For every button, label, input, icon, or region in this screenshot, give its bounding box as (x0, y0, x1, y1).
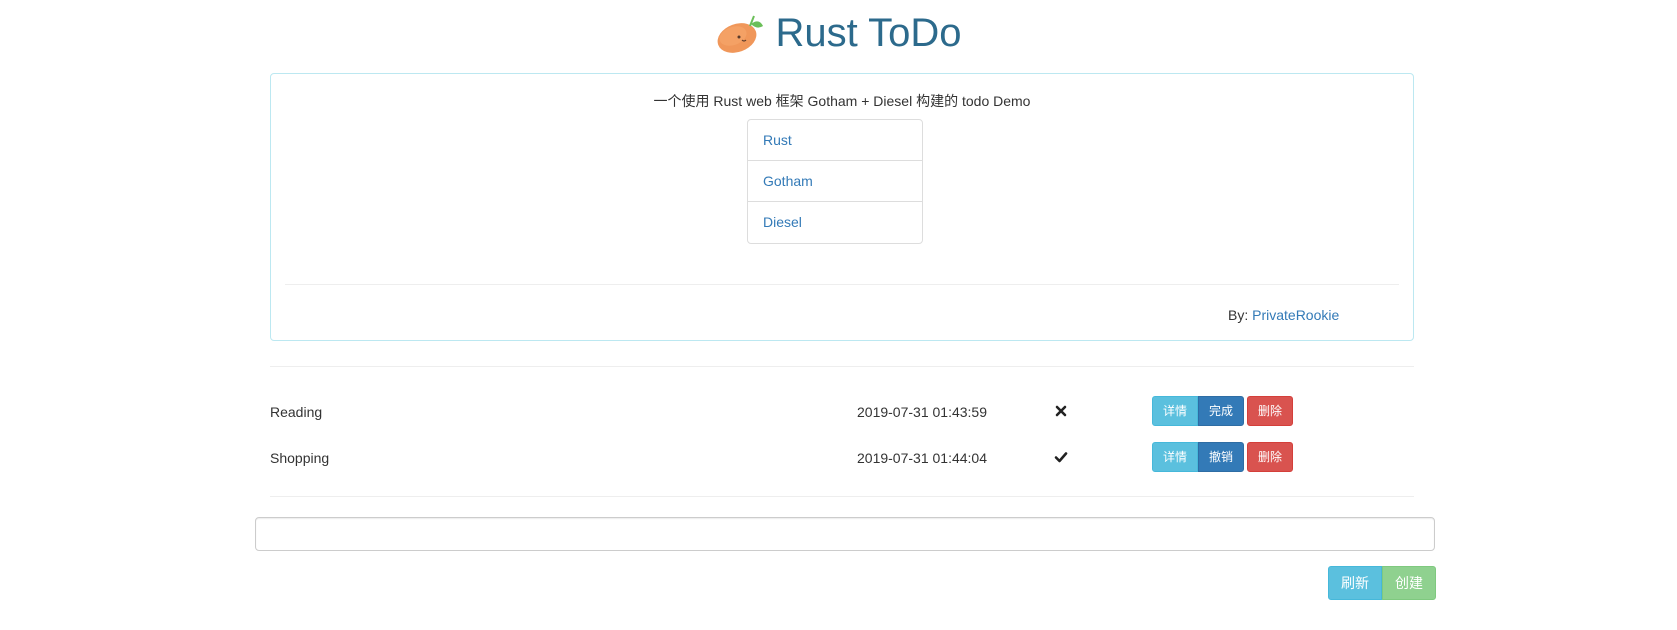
header: Rust ToDo (0, 12, 1677, 54)
panel-divider (285, 284, 1399, 285)
detail-button[interactable]: 详情 (1152, 396, 1199, 426)
link-rust[interactable]: Rust (748, 120, 922, 161)
by-label: By: (1228, 307, 1249, 323)
list-divider-bottom (270, 496, 1414, 497)
refresh-button[interactable]: 刷新 (1328, 566, 1382, 600)
project-description: 一个使用 Rust web 框架 Gotham + Diesel 构建的 tod… (653, 93, 1031, 109)
undo-button[interactable]: 撤销 (1198, 442, 1245, 472)
page: Rust ToDo 一个使用 Rust web 框架 Gotham + Dies… (0, 0, 1677, 630)
tech-link-list: Rust Gotham Diesel (747, 119, 923, 244)
todo-row: Reading 2019-07-31 01:43:59 详情 完成 删除 (270, 396, 1414, 434)
detail-button[interactable]: 详情 (1152, 442, 1199, 472)
list-divider-top (270, 366, 1414, 367)
create-button[interactable]: 创建 (1382, 566, 1436, 600)
app-title: Rust ToDo (775, 11, 962, 55)
delete-button[interactable]: 删除 (1247, 396, 1294, 426)
todo-time: 2019-07-31 01:44:04 (857, 450, 987, 466)
byline: By: PrivateRookie (1228, 307, 1339, 323)
cross-icon (1054, 404, 1068, 418)
todo-row: Shopping 2019-07-31 01:44:04 详情 撤销 删除 (270, 442, 1414, 480)
complete-button[interactable]: 完成 (1198, 396, 1245, 426)
link-diesel[interactable]: Diesel (748, 202, 922, 243)
bottom-actions: 刷新 创建 (1328, 566, 1436, 600)
author-link[interactable]: PrivateRookie (1252, 307, 1339, 323)
todo-actions: 详情 完成 删除 (1152, 396, 1294, 426)
new-todo-input[interactable] (255, 517, 1435, 551)
todo-time: 2019-07-31 01:43:59 (857, 404, 987, 420)
todo-title: Shopping (270, 450, 330, 466)
todo-title: Reading (270, 404, 323, 420)
delete-button[interactable]: 删除 (1247, 442, 1294, 472)
check-icon (1054, 450, 1068, 464)
todo-actions: 详情 撤销 删除 (1152, 442, 1294, 472)
link-gotham[interactable]: Gotham (748, 161, 922, 202)
mango-icon (715, 12, 765, 54)
info-panel: 一个使用 Rust web 框架 Gotham + Diesel 构建的 tod… (270, 73, 1414, 341)
